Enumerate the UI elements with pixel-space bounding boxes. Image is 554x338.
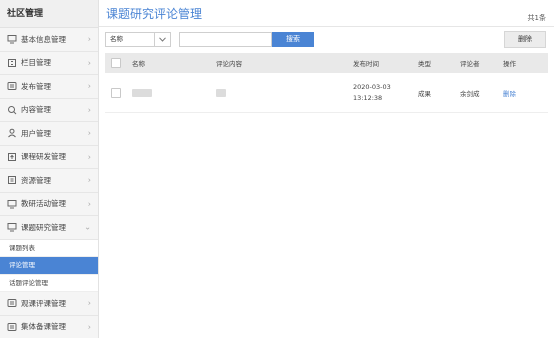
sidebar-item-label: 观课评课管理 [21,298,66,308]
publish-clock: 13:12:38 [353,93,383,102]
sidebar-item-label: 资源管理 [21,175,51,185]
page-title: 课题研究评论管理 [106,7,203,21]
chevron-right-icon: › [87,199,91,209]
row-checkbox[interactable] [111,87,121,98]
sidebar-item-label: 用户管理 [21,128,51,138]
upload-icon [7,152,17,162]
chevron-right-icon: › [87,175,91,185]
search-input[interactable] [179,32,272,47]
publish-icon [7,81,17,91]
row-reviewer: 余剑成 [460,89,480,98]
user-icon [7,128,17,138]
search-content-icon [7,105,17,115]
chevron-right-icon: › [87,152,91,162]
chevron-right-icon: › [87,105,91,115]
monitor-icon [7,199,17,209]
sidebar-subitem-topic-comment-management[interactable]: 话题评论管理 [0,274,98,292]
sidebar-item-label: 内容管理 [21,105,51,115]
row-type: 成果 [418,89,431,98]
search-field-select[interactable]: 名称 [105,32,171,47]
row-delete-link[interactable]: 删除 [503,88,516,98]
sidebar-item-label: 教研活动管理 [21,199,66,209]
sidebar-subitem-topic-list[interactable]: 课题列表 [0,239,98,257]
sidebar-item-lesson-observation[interactable]: 观课评课管理 › [0,292,98,316]
sidebar-subitem-comment-management[interactable]: 评论管理 [0,257,98,275]
sidebar-item-content[interactable]: 内容管理 › [0,99,98,122]
column-icon [7,58,17,68]
chevron-down-icon [154,33,170,46]
sidebar-item-resources[interactable]: 资源管理 › [0,169,98,193]
select-all-checkbox[interactable] [111,58,121,68]
sidebar-item-label: 基本信息管理 [21,34,66,44]
sidebar-item-topic-research[interactable]: 课题研究管理 ⌄ [0,216,98,240]
column-header-action: 操作 [503,60,516,68]
page-header: 课题研究评论管理 共1条 [99,0,554,27]
table-row: 2020-03-03 13:12:38 成果 余剑成 删除 [105,73,548,113]
sidebar-item-columns[interactable]: 栏目管理 › [0,52,98,75]
search-button[interactable]: 搜索 [272,32,314,47]
sidebar-item-label: 课程研发管理 [21,152,66,162]
column-header-type: 类型 [418,60,431,68]
chevron-down-icon: ⌄ [84,222,91,232]
sidebar-item-course-dev[interactable]: 课程研发管理 › [0,146,98,169]
chevron-right-icon: › [87,34,91,44]
toolbar: 名称 搜索 删除 [99,27,554,52]
chevron-right-icon: › [87,322,91,332]
app-window: 社区管理 基本信息管理 › 栏目管理 › 发布管理 › 内容管理 › 用户管理 … [0,0,554,338]
sidebar: 社区管理 基本信息管理 › 栏目管理 › 发布管理 › 内容管理 › 用户管理 … [0,0,99,338]
monitor-icon [7,34,17,44]
publish-time: 2020-03-03 13:12:38 [353,73,391,112]
column-header-content: 评论内容 [216,60,242,68]
publish-date: 2020-03-03 [353,82,391,91]
sidebar-item-label: 栏目管理 [21,58,51,68]
list-icon [7,298,17,308]
resource-icon [7,175,17,185]
redacted-content [216,88,226,97]
sidebar-item-users[interactable]: 用户管理 › [0,122,98,146]
chevron-right-icon: › [87,81,91,91]
column-header-reviewer: 评论者 [460,60,480,68]
monitor-icon [7,222,17,232]
sidebar-item-teaching-research[interactable]: 教研活动管理 › [0,193,98,216]
redacted-name [132,88,152,97]
sidebar-item-basic-info[interactable]: 基本信息管理 › [0,28,98,52]
chevron-right-icon: › [87,58,91,68]
table-header: 名称 评论内容 发布时间 类型 评论者 操作 [105,53,548,73]
sidebar-item-collective-prep[interactable]: 集体备课管理 › [0,316,98,338]
chevron-right-icon: › [87,128,91,138]
delete-button[interactable]: 删除 [504,31,546,48]
sidebar-item-publish[interactable]: 发布管理 › [0,75,98,99]
list-icon [7,322,17,332]
column-header-name: 名称 [132,60,145,68]
comments-table: 名称 评论内容 发布时间 类型 评论者 操作 2020-03-03 13:12:… [105,53,548,113]
sidebar-title: 社区管理 [0,0,98,28]
column-header-time: 发布时间 [353,60,379,68]
sidebar-item-label: 课题研究管理 [21,222,66,232]
total-count: 共1条 [527,14,546,22]
chevron-right-icon: › [87,298,91,308]
main-content: 课题研究评论管理 共1条 名称 搜索 删除 名称 评论内容 发布时间 类型 评论… [99,0,554,338]
select-value: 名称 [110,35,123,43]
sidebar-item-label: 集体备课管理 [21,322,66,332]
sidebar-item-label: 发布管理 [21,81,51,91]
